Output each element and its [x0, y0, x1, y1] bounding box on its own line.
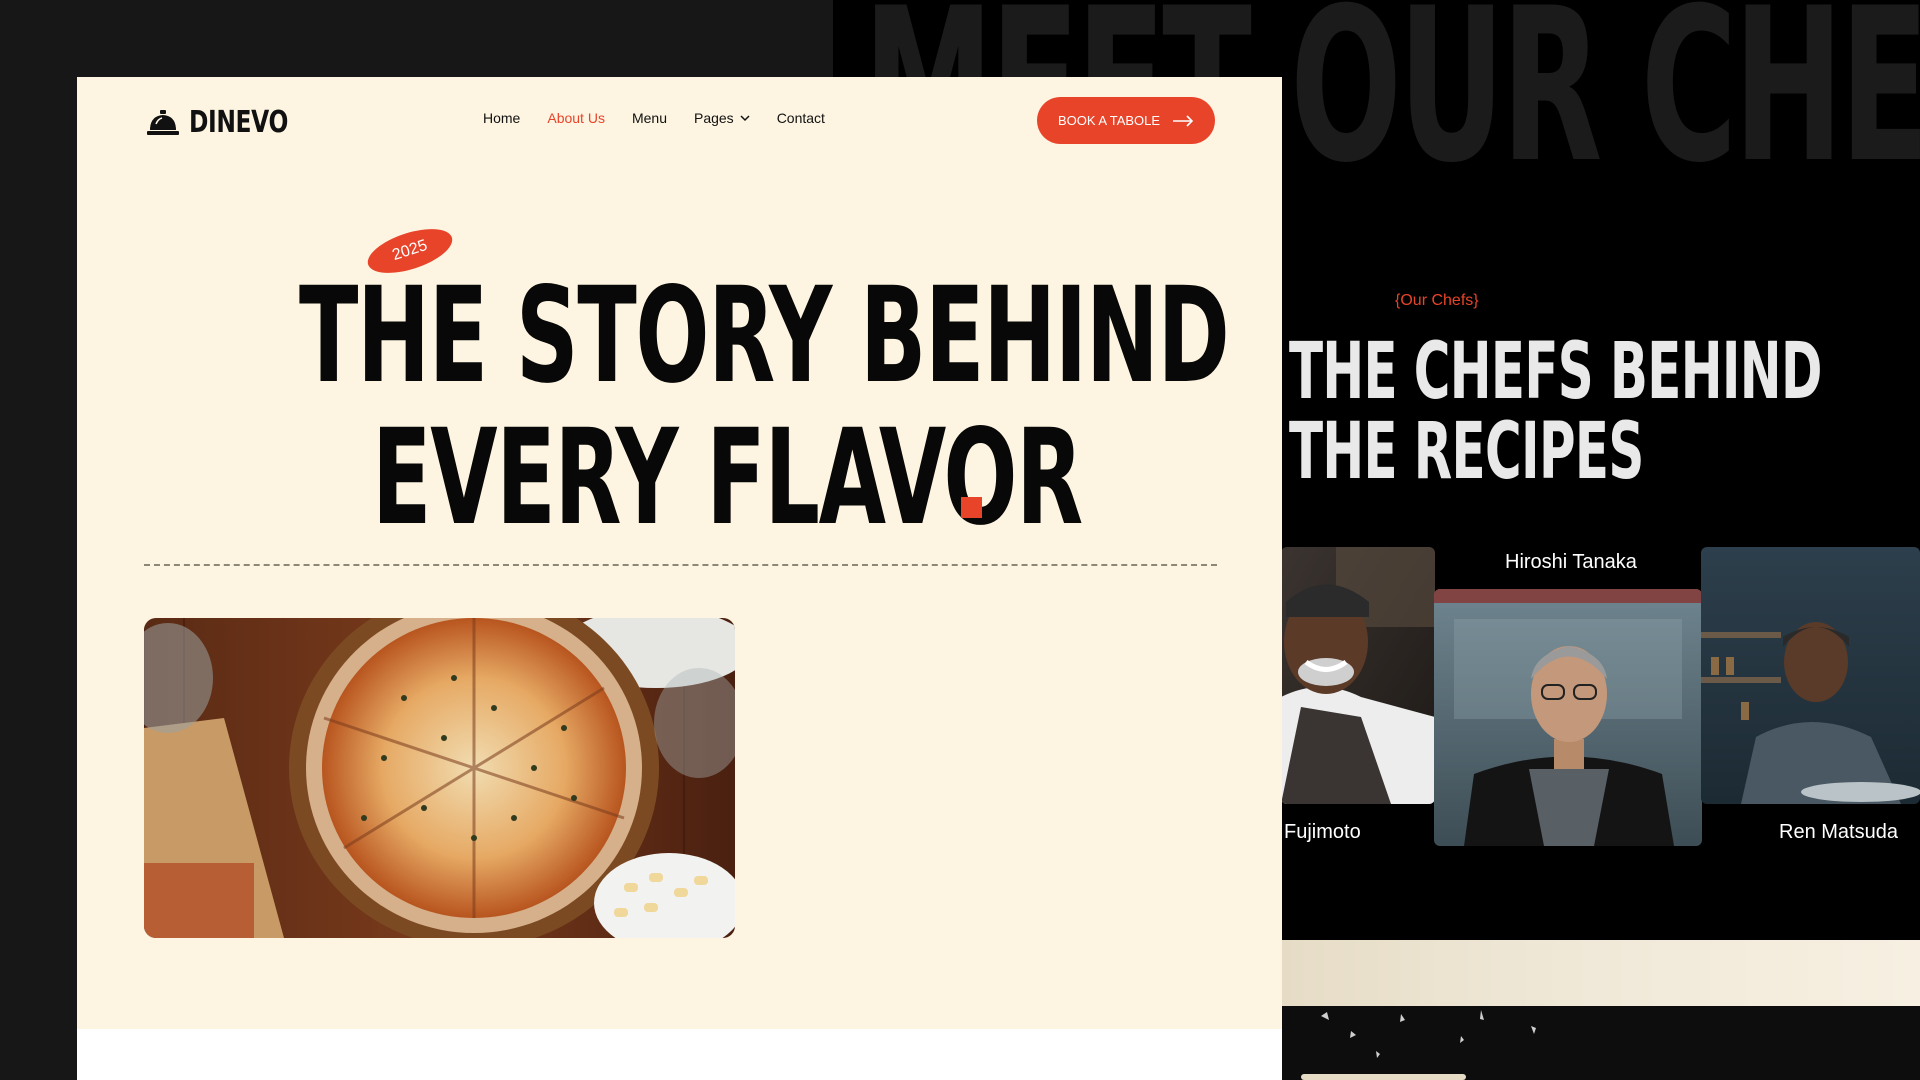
nav-pages-label: Pages [693, 110, 734, 126]
hero-food-image [144, 618, 735, 938]
chef-card-right[interactable] [1701, 547, 1920, 804]
brand-name: DINEVO [189, 105, 288, 140]
brand-logo[interactable]: DINEVO [147, 105, 316, 140]
nav-contact[interactable]: Contact [777, 110, 825, 126]
chef-photo [1281, 547, 1435, 804]
nav-pages[interactable]: Pages [694, 110, 750, 126]
chefs-heading-line1: THE CHEFS BEHIND [1289, 327, 1822, 417]
chef-photo [1701, 547, 1920, 804]
chef-name: Ren Matsuda [1779, 821, 1898, 843]
hero-heading-line2: EVERY FLAVOR [372, 401, 1083, 555]
arrow-right-icon [1173, 114, 1194, 127]
pizza-image [144, 618, 735, 938]
chef-card-left[interactable] [1281, 547, 1435, 804]
nav-about-us[interactable]: About Us [547, 110, 605, 126]
section-kicker: {Our Chefs} [1395, 292, 1479, 309]
chefs-heading: THE CHEFS BEHIND THE RECIPES [1289, 332, 1822, 492]
chevron-down-icon [740, 114, 750, 121]
chef-name: Hiroshi Tanaka [1505, 551, 1637, 573]
hero-heading-line1: THE STORY BEHIND [299, 259, 1230, 413]
next-section-edge [77, 1029, 1282, 1080]
service-bell-icon [147, 109, 179, 135]
chef-name: Fujimoto [1284, 821, 1361, 843]
accent-dot [961, 497, 982, 518]
chef-photo [1434, 589, 1702, 846]
about-hero-page: DINEVO Home About Us Menu Pages Contact … [77, 77, 1282, 1080]
nav-menu[interactable]: Menu [632, 110, 667, 126]
book-table-button[interactable]: BOOK A TABOLE [1037, 97, 1215, 144]
chef-card-center[interactable] [1434, 589, 1702, 846]
main-nav: Home About Us Menu Pages Contact [483, 110, 825, 126]
dashed-divider [144, 564, 1217, 566]
book-table-label: BOOK A TABOLE [1057, 113, 1161, 128]
decorative-strip [1281, 940, 1920, 1006]
nav-home[interactable]: Home [483, 110, 520, 126]
decorative-texture [1281, 1006, 1920, 1080]
chefs-heading-line2: THE RECIPES [1289, 407, 1644, 497]
